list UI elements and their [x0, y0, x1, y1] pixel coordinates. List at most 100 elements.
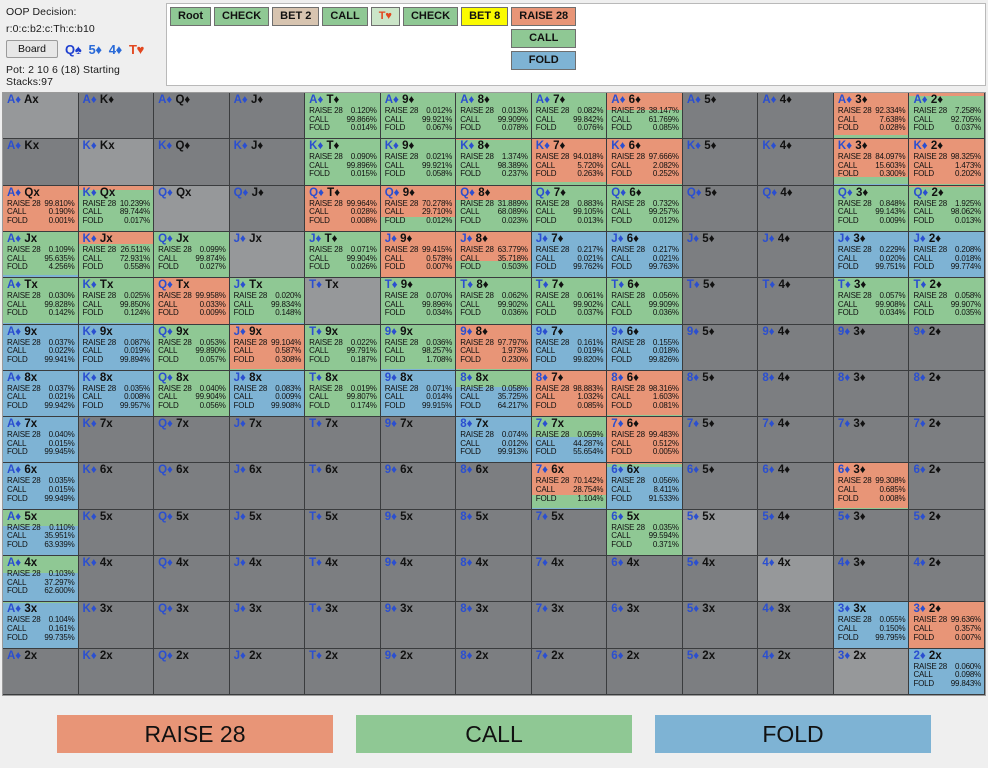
range-cell[interactable]: 4♦ 3x: [758, 602, 834, 649]
range-cell[interactable]: 6♦ 2♦: [909, 463, 985, 510]
range-cell[interactable]: 8♦ 5x: [456, 509, 532, 557]
range-cell[interactable]: Q♦ Qx: [154, 185, 230, 232]
range-cell[interactable]: A♦ K♦: [78, 93, 155, 140]
range-cell[interactable]: 9♦ 4♦: [758, 324, 834, 371]
range-cell[interactable]: T♦ 3x: [305, 602, 381, 649]
range-cell[interactable]: 7♦ 3♦: [833, 417, 910, 464]
range-cell[interactable]: K♦ 3♦ RAISE 28 84.097% CALL 15.603% FOLD 0.300…: [833, 139, 910, 186]
range-cell[interactable]: A♦ 2x: [3, 648, 79, 695]
range-cell[interactable]: K♦ T♦ RAISE 28 0.090% CALL 99.896% FOLD 0.015%: [305, 139, 381, 186]
range-cell[interactable]: 7♦ 6x RAISE 28 70.142% CALL 28.754% FOLD 1.104…: [531, 463, 608, 510]
range-cell[interactable]: 2♦ 2x RAISE 28 0.060% CALL 0.098% FOLD 99.843%: [909, 648, 985, 695]
range-cell[interactable]: T♦ 6x: [305, 463, 381, 510]
range-cell[interactable]: 3♦ 3x RAISE 28 0.055% CALL 0.150% FOLD 99.795%: [833, 602, 910, 649]
range-cell[interactable]: Q♦ 3x: [154, 602, 230, 649]
range-cell[interactable]: Q♦ T♦ RAISE 28 99.964% CALL 0.028% FOLD 0.008%: [305, 185, 381, 232]
range-cell[interactable]: T♦ 3♦ RAISE 28 0.057% CALL 99.908% FOLD 0.034%: [833, 278, 910, 325]
range-cell[interactable]: 7♦ 7x RAISE 28 0.059% CALL 44.287% FOLD 55.654…: [531, 417, 608, 464]
range-cell[interactable]: J♦ 6♦ RAISE 28 0.217% CALL 0.021% FOLD 99.763%: [607, 231, 683, 279]
range-cell[interactable]: A♦ Kx: [3, 139, 79, 186]
range-cell[interactable]: T♦ 9x RAISE 28 0.022% CALL 99.791% FOLD 0.187%: [305, 324, 381, 371]
range-cell[interactable]: 8♦ 7♦ RAISE 28 98.883% CALL 1.032% FOLD 0.085%: [531, 370, 608, 418]
range-cell[interactable]: K♦ 4♦: [758, 139, 834, 186]
range-cell[interactable]: J♦ Jx: [229, 231, 306, 279]
range-cell[interactable]: T♦ 2x: [305, 648, 381, 695]
range-cell[interactable]: Q♦ 9♦ RAISE 28 70.278% CALL 29.710% FOLD 0.012…: [380, 185, 457, 232]
range-cell[interactable]: J♦ 9♦ RAISE 28 99.415% CALL 0.578% FOLD 0.007%: [380, 231, 457, 279]
range-cell[interactable]: K♦ 2x: [78, 648, 155, 695]
range-cell[interactable]: J♦ 7x: [229, 417, 306, 464]
range-cell[interactable]: Q♦ 9x RAISE 28 0.053% CALL 99.890% FOLD 0.057%: [154, 324, 230, 371]
range-cell[interactable]: 4♦ 2♦: [909, 556, 985, 603]
range-cell[interactable]: A♦ 5♦: [682, 93, 759, 140]
range-cell[interactable]: K♦ 2♦ RAISE 28 98.325% CALL 1.473% FOLD 0.202%: [909, 139, 985, 186]
range-cell[interactable]: K♦ 9x RAISE 28 0.087% CALL 0.019% FOLD 99.894%: [78, 324, 155, 371]
range-cell[interactable]: K♦ 7♦ RAISE 28 94.018% CALL 5.720% FOLD 0.263%: [531, 139, 608, 186]
range-cell[interactable]: 5♦ 3x: [682, 602, 759, 649]
range-cell[interactable]: A♦ 4x RAISE 28 0.103% CALL 37.297% FOLD 62.600…: [3, 556, 79, 603]
range-cell[interactable]: 8♦ 3x: [456, 602, 532, 649]
tree-node-raise-28[interactable]: RAISE 28: [511, 7, 577, 26]
range-cell[interactable]: T♦ 4x: [305, 556, 381, 603]
range-cell[interactable]: 4♦ 2x: [758, 648, 834, 695]
board-button[interactable]: Board: [6, 40, 59, 58]
range-cell[interactable]: 5♦ 3♦: [833, 509, 910, 557]
range-cell[interactable]: 7♦ 5x: [531, 509, 608, 557]
range-cell[interactable]: T♦ 8x RAISE 28 0.019% CALL 99.807% FOLD 0.174%: [305, 370, 381, 418]
range-cell[interactable]: 7♦ 2x: [531, 648, 608, 695]
range-cell[interactable]: 8♦ 4x: [456, 556, 532, 603]
range-cell[interactable]: 8♦ 3♦: [833, 370, 910, 418]
range-cell[interactable]: K♦ Tx RAISE 28 0.025% CALL 99.850% FOLD 0.124%: [78, 278, 155, 325]
range-cell[interactable]: A♦ 9x RAISE 28 0.037% CALL 0.022% FOLD 99.941%: [3, 324, 79, 371]
range-cell[interactable]: 3♦ 2♦ RAISE 28 99.636% CALL 0.357% FOLD 0.007%: [909, 602, 985, 649]
range-cell[interactable]: T♦ 7x: [305, 417, 381, 464]
range-cell[interactable]: K♦ Q♦: [154, 139, 230, 186]
range-cell[interactable]: 9♦ 3x: [380, 602, 457, 649]
range-cell[interactable]: Q♦ 3♦ RAISE 28 0.848% CALL 99.143% FOLD 0.009%: [833, 185, 910, 232]
range-cell[interactable]: J♦ 5♦: [682, 231, 759, 279]
range-cell[interactable]: 8♦ 6x: [456, 463, 532, 510]
range-cell[interactable]: Q♦ Jx RAISE 28 0.099% CALL 99.874% FOLD 0.027%: [154, 231, 230, 279]
range-cell[interactable]: A♦ Tx RAISE 28 0.030% CALL 99.828% FOLD 0.142%: [3, 278, 79, 325]
range-cell[interactable]: Q♦ 5x: [154, 509, 230, 557]
range-cell[interactable]: 6♦ 4♦: [758, 463, 834, 510]
range-cell[interactable]: A♦ 4♦: [758, 93, 834, 140]
range-cell[interactable]: 9♦ 7♦ RAISE 28 0.161% CALL 0.019% FOLD 99.820%: [531, 324, 608, 371]
range-cell[interactable]: Q♦ 2♦ RAISE 28 1.925% CALL 98.062% FOLD 0.013%: [909, 185, 985, 232]
range-cell[interactable]: T♦ Tx: [305, 278, 381, 325]
range-cell[interactable]: Q♦ Tx RAISE 28 99.958% CALL 0.033% FOLD 0.009%: [154, 278, 230, 325]
range-cell[interactable]: A♦ 7♦ RAISE 28 0.082% CALL 99.842% FOLD 0.076%: [531, 93, 608, 140]
range-cell[interactable]: A♦ Jx RAISE 28 0.109% CALL 95.635% FOLD 4.256%: [3, 231, 79, 279]
range-cell[interactable]: 3♦ 2x: [833, 648, 910, 695]
range-cell[interactable]: J♦ T♦ RAISE 28 0.071% CALL 99.904% FOLD 0.026%: [305, 231, 381, 279]
range-cell[interactable]: 4♦ 4x: [758, 556, 834, 603]
range-cell[interactable]: A♦ Q♦: [154, 93, 230, 140]
tree-node-turn-card[interactable]: T♥: [370, 7, 400, 26]
range-cell[interactable]: 4♦ 3♦: [833, 556, 910, 603]
range-cell[interactable]: T♦ 9♦ RAISE 28 0.070% CALL 99.896% FOLD 0.034%: [380, 278, 457, 325]
range-cell[interactable]: T♦ 7♦ RAISE 28 0.061% CALL 99.902% FOLD 0.037%: [531, 278, 608, 325]
range-cell[interactable]: J♦ 9x RAISE 28 99.104% CALL 0.587% FOLD 0.308%: [229, 324, 306, 371]
range-cell[interactable]: K♦ 5x: [78, 509, 155, 557]
range-cell[interactable]: A♦ Ax: [3, 93, 79, 140]
range-cell[interactable]: K♦ 8x RAISE 28 0.035% CALL 0.008% FOLD 99.957%: [78, 370, 155, 418]
range-cell[interactable]: K♦ 5♦: [682, 139, 759, 186]
range-cell[interactable]: Q♦ J♦: [229, 185, 306, 232]
tree-node-check-2[interactable]: CHECK: [402, 7, 459, 26]
range-cell[interactable]: 8♦ 7x RAISE 28 0.074% CALL 0.012% FOLD 99.913%: [456, 417, 532, 464]
range-cell[interactable]: Q♦ 5♦: [682, 185, 759, 232]
legend-fold[interactable]: FOLD: [655, 715, 931, 753]
range-cell[interactable]: T♦ 5♦: [682, 278, 759, 325]
tree-node-fold-branch[interactable]: FOLD: [511, 51, 577, 70]
range-cell[interactable]: 8♦ 2x: [456, 648, 532, 695]
range-cell[interactable]: J♦ 3x: [229, 602, 306, 649]
range-cell[interactable]: 5♦ 2♦: [909, 509, 985, 557]
range-cell[interactable]: 5♦ 4x: [682, 556, 759, 603]
range-cell[interactable]: 9♦ 9x RAISE 28 0.036% CALL 98.257% FOLD 1.708%: [380, 324, 457, 371]
legend-call[interactable]: CALL: [356, 715, 632, 753]
range-cell[interactable]: Q♦ 7♦ RAISE 28 0.883% CALL 99.105% FOLD 0.013%: [531, 185, 608, 232]
range-cell[interactable]: 9♦ 6x: [380, 463, 457, 510]
range-grid-container[interactable]: A♦ Ax A♦ K♦ A♦ Q♦ A♦ J♦ A♦ T♦ RAISE 28 0.120% C…: [2, 92, 986, 696]
range-cell[interactable]: 6♦ 2x: [607, 648, 683, 695]
range-cell[interactable]: 5♦ 4♦: [758, 509, 834, 557]
